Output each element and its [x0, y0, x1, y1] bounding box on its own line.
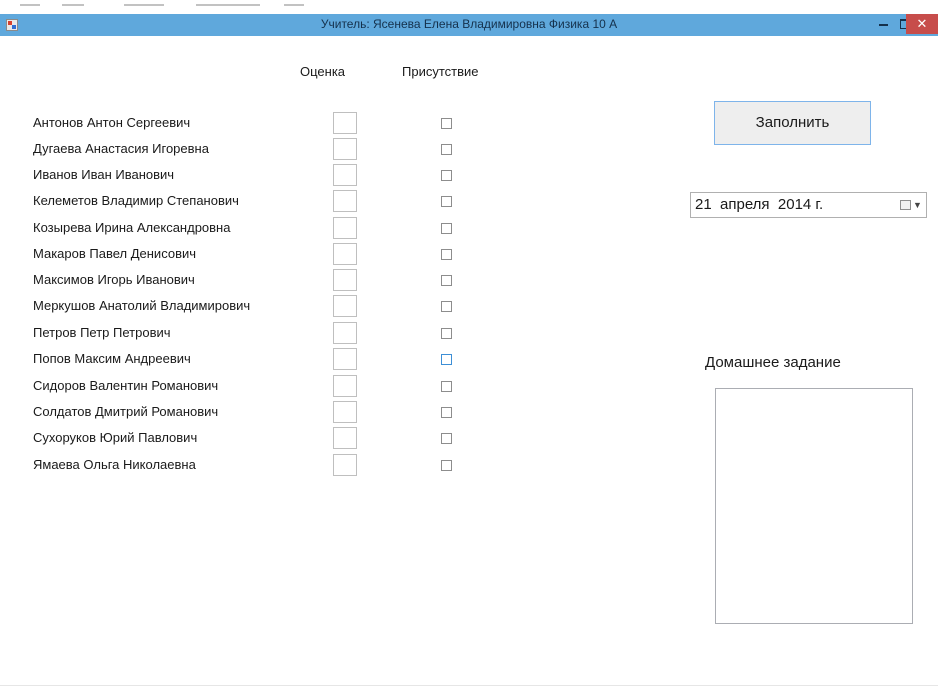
- ghost-menu-2: [62, 0, 84, 6]
- presence-checkbox[interactable]: [441, 460, 452, 471]
- ghost-menu-5: [284, 0, 304, 6]
- grade-input[interactable]: [333, 190, 357, 212]
- date-picker[interactable]: 21 апреля 2014 г. ▼: [690, 192, 927, 218]
- student-name: Солдатов Дмитрий Романович: [33, 404, 219, 419]
- close-button[interactable]: ✕: [906, 14, 938, 34]
- grade-input[interactable]: [333, 217, 357, 239]
- grade-input[interactable]: [333, 164, 357, 186]
- date-value: 21 апреля 2014 г.: [695, 196, 824, 213]
- presence-checkbox[interactable]: [441, 328, 452, 339]
- presence-checkbox[interactable]: [441, 275, 452, 286]
- presence-checkbox[interactable]: [441, 223, 452, 234]
- presence-checkbox[interactable]: [441, 407, 452, 418]
- grade-input[interactable]: [333, 322, 357, 344]
- grade-input[interactable]: [333, 269, 357, 291]
- presence-checkbox[interactable]: [441, 249, 452, 260]
- grade-input[interactable]: [333, 295, 357, 317]
- grade-input[interactable]: [333, 348, 357, 370]
- calendar-icon[interactable]: [900, 200, 911, 210]
- grade-input[interactable]: [333, 375, 357, 397]
- grade-input[interactable]: [333, 427, 357, 449]
- grade-input[interactable]: [333, 112, 357, 134]
- presence-checkbox[interactable]: [441, 144, 452, 155]
- student-name: Ямаева Ольга Николаевна: [33, 457, 196, 472]
- presence-checkbox[interactable]: [441, 170, 452, 181]
- homework-label: Домашнее задание: [705, 354, 841, 371]
- student-name: Петров Петр Петрович: [33, 325, 171, 340]
- presence-checkbox[interactable]: [441, 196, 452, 207]
- title-bar: Учитель: Ясенева Елена Владимировна Физи…: [0, 14, 938, 36]
- presence-checkbox[interactable]: [441, 118, 452, 129]
- grade-input[interactable]: [333, 454, 357, 476]
- presence-column-header: Присутствие: [402, 64, 479, 79]
- grade-column-header: Оценка: [300, 64, 346, 79]
- ghost-menu-4: [196, 0, 260, 6]
- top-strip: [0, 0, 938, 14]
- student-name: Сидоров Валентин Романович: [33, 378, 219, 393]
- student-name: Макаров Павел Денисович: [33, 246, 197, 261]
- student-name: Келеметов Владимир Степанович: [33, 193, 239, 208]
- fill-button[interactable]: Заполнить: [714, 101, 871, 145]
- presence-checkbox[interactable]: [441, 381, 452, 392]
- student-name: Иванов Иван Иванович: [33, 167, 175, 182]
- minimize-button[interactable]: [872, 14, 894, 34]
- student-name: Антонов Антон Сергеевич: [33, 115, 191, 130]
- homework-textarea[interactable]: [715, 388, 913, 624]
- student-name: Козырева Ирина Александровна: [33, 220, 231, 235]
- presence-checkbox[interactable]: [441, 354, 452, 365]
- student-name: Меркушов Анатолий Владимирович: [33, 298, 251, 313]
- ghost-menu-1: [20, 0, 40, 6]
- grade-input[interactable]: [333, 243, 357, 265]
- student-name: Попов Максим Андреевич: [33, 351, 191, 366]
- ghost-menu-3: [124, 0, 164, 6]
- presence-checkbox[interactable]: [441, 433, 452, 444]
- grade-input[interactable]: [333, 138, 357, 160]
- student-name: Сухоруков Юрий Павлович: [33, 430, 198, 445]
- presence-checkbox[interactable]: [441, 301, 452, 312]
- student-name: Максимов Игорь Иванович: [33, 272, 195, 287]
- chevron-down-icon[interactable]: ▼: [913, 193, 922, 217]
- student-name: Дугаева Анастасия Игоревна: [33, 141, 209, 156]
- grade-input[interactable]: [333, 401, 357, 423]
- window-title: Учитель: Ясенева Елена Владимировна Физи…: [320, 17, 618, 31]
